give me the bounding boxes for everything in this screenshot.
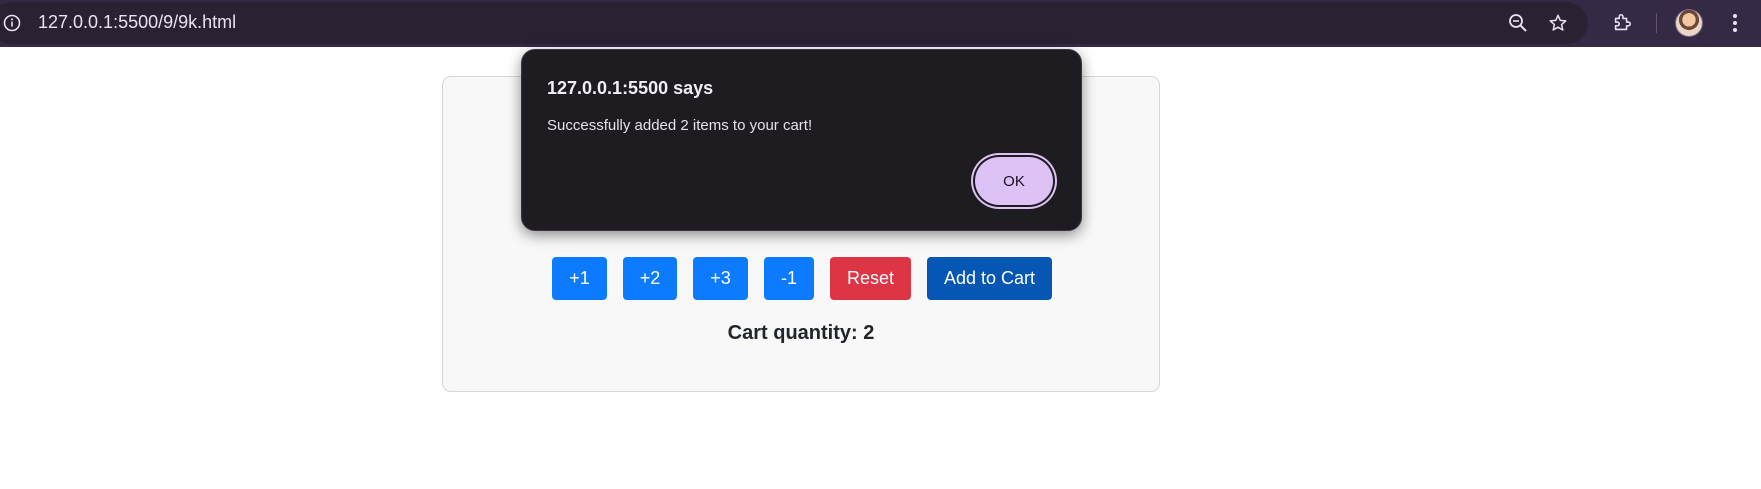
info-icon[interactable] xyxy=(2,13,22,33)
subtract-one-button[interactable]: -1 xyxy=(764,257,814,300)
cart-quantity: Cart quantity: 2 xyxy=(727,322,875,344)
extensions-icon[interactable] xyxy=(1610,11,1634,35)
dialog-title: 127.0.0.1:5500 says xyxy=(547,78,714,98)
add-three-button[interactable]: +3 xyxy=(693,257,748,300)
profile-avatar[interactable] xyxy=(1676,10,1702,36)
dialog-message: Successfully added 2 items to your cart! xyxy=(547,117,813,134)
star-icon[interactable] xyxy=(1546,11,1570,35)
reset-button[interactable]: Reset xyxy=(830,257,911,300)
zoom-out-icon[interactable] xyxy=(1506,11,1530,35)
add-one-button[interactable]: +1 xyxy=(552,257,607,300)
add-to-cart-button[interactable]: Add to Cart xyxy=(927,257,1052,300)
browser-toolbar: 127.0.0.1:5500/9/9k.html xyxy=(0,0,1761,47)
url-text[interactable]: 127.0.0.1:5500/9/9k.html xyxy=(38,12,236,33)
address-bar[interactable] xyxy=(0,2,1588,44)
ok-button[interactable]: OK xyxy=(975,157,1053,205)
toolbar-divider xyxy=(1656,13,1657,33)
alert-dialog: 127.0.0.1:5500 says Successfully added 2… xyxy=(521,49,1082,231)
add-two-button[interactable]: +2 xyxy=(623,257,677,300)
more-menu-icon[interactable] xyxy=(1723,11,1747,35)
